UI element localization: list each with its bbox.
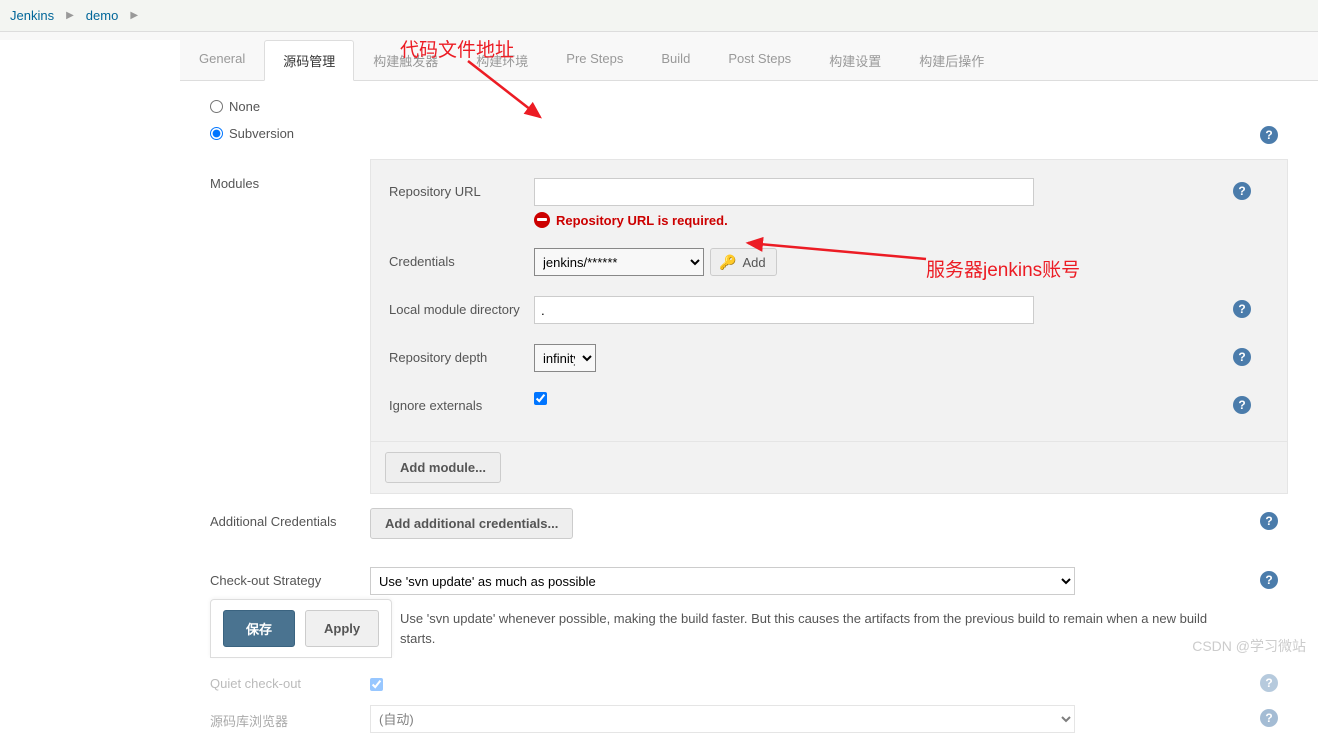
- tab-poststeps[interactable]: Post Steps: [709, 40, 810, 81]
- depth-select[interactable]: infinity: [534, 344, 596, 372]
- breadcrumb: Jenkins ▶ demo ▶: [0, 0, 1318, 32]
- add-module-button[interactable]: Add module...: [385, 452, 501, 483]
- quiet-checkout-checkbox[interactable]: [370, 678, 383, 691]
- tab-scm[interactable]: 源码管理: [264, 40, 354, 81]
- config-tabs: General 源码管理 构建触发器 构建环境 Pre Steps Build …: [180, 40, 1318, 81]
- repo-url-error: Repository URL is required.: [534, 212, 1269, 228]
- error-icon: [534, 212, 550, 228]
- scm-svn-label: Subversion: [229, 126, 294, 141]
- footer-buttons: 保存 Apply: [210, 599, 392, 658]
- tab-settings[interactable]: 构建设置: [810, 40, 900, 81]
- save-button[interactable]: 保存: [223, 610, 295, 647]
- checkout-strategy-label: Check-out Strategy: [210, 567, 370, 588]
- repo-browser-label: 源码库浏览器: [210, 705, 370, 730]
- local-dir-input[interactable]: [534, 296, 1034, 324]
- modules-section-label: Modules: [210, 176, 340, 191]
- tab-build[interactable]: Build: [642, 40, 709, 81]
- quiet-checkout-label: Quiet check-out: [210, 670, 370, 691]
- key-icon: 🔑: [719, 254, 736, 271]
- credentials-select[interactable]: jenkins/******: [534, 248, 704, 276]
- help-icon[interactable]: ?: [1260, 674, 1278, 692]
- tab-postactions[interactable]: 构建后操作: [900, 40, 1003, 81]
- checkout-strategy-desc: Use 'svn update' whenever possible, maki…: [400, 609, 1288, 648]
- repo-url-input[interactable]: [534, 178, 1034, 206]
- repo-url-error-text: Repository URL is required.: [556, 213, 728, 228]
- tab-env[interactable]: 构建环境: [457, 40, 547, 81]
- checkout-strategy-select[interactable]: Use 'svn update' as much as possible: [370, 567, 1075, 595]
- apply-button[interactable]: Apply: [305, 610, 379, 647]
- addl-cred-label: Additional Credentials: [210, 508, 370, 529]
- scm-svn-row: Subversion ?: [210, 126, 1288, 141]
- repo-browser-select[interactable]: (自动): [370, 705, 1075, 733]
- tab-general[interactable]: General: [180, 40, 264, 81]
- ignore-externals-label: Ignore externals: [389, 392, 534, 413]
- chevron-right-icon: ▶: [66, 10, 74, 21]
- scm-svn-radio[interactable]: [210, 127, 223, 140]
- repo-url-label: Repository URL: [389, 178, 534, 199]
- local-dir-label: Local module directory: [389, 296, 534, 317]
- breadcrumb-demo[interactable]: demo: [86, 8, 119, 23]
- help-icon[interactable]: ?: [1233, 396, 1251, 414]
- watermark: CSDN @学习微站: [1192, 636, 1306, 656]
- add-cred-text: Add: [742, 255, 765, 270]
- help-icon[interactable]: ?: [1260, 709, 1278, 727]
- add-credential-button[interactable]: 🔑 Add: [710, 248, 777, 276]
- tab-triggers[interactable]: 构建触发器: [354, 40, 457, 81]
- breadcrumb-jenkins[interactable]: Jenkins: [10, 8, 54, 23]
- scm-none-radio[interactable]: [210, 100, 223, 113]
- scm-none-label: None: [229, 99, 260, 114]
- help-icon[interactable]: ?: [1233, 182, 1251, 200]
- add-addl-cred-button[interactable]: Add additional credentials...: [370, 508, 573, 539]
- depth-label: Repository depth: [389, 344, 534, 365]
- chevron-right-icon: ▶: [130, 10, 138, 21]
- help-icon[interactable]: ?: [1233, 348, 1251, 366]
- tab-presteps[interactable]: Pre Steps: [547, 40, 642, 81]
- modules-panel: Repository URL Repository URL is require…: [370, 159, 1288, 442]
- scm-none-row: None: [210, 99, 1288, 114]
- help-icon[interactable]: ?: [1260, 126, 1278, 144]
- help-icon[interactable]: ?: [1260, 512, 1278, 530]
- help-icon[interactable]: ?: [1233, 300, 1251, 318]
- credentials-label: Credentials: [389, 248, 534, 269]
- help-icon[interactable]: ?: [1260, 571, 1278, 589]
- ignore-externals-checkbox[interactable]: [534, 392, 547, 405]
